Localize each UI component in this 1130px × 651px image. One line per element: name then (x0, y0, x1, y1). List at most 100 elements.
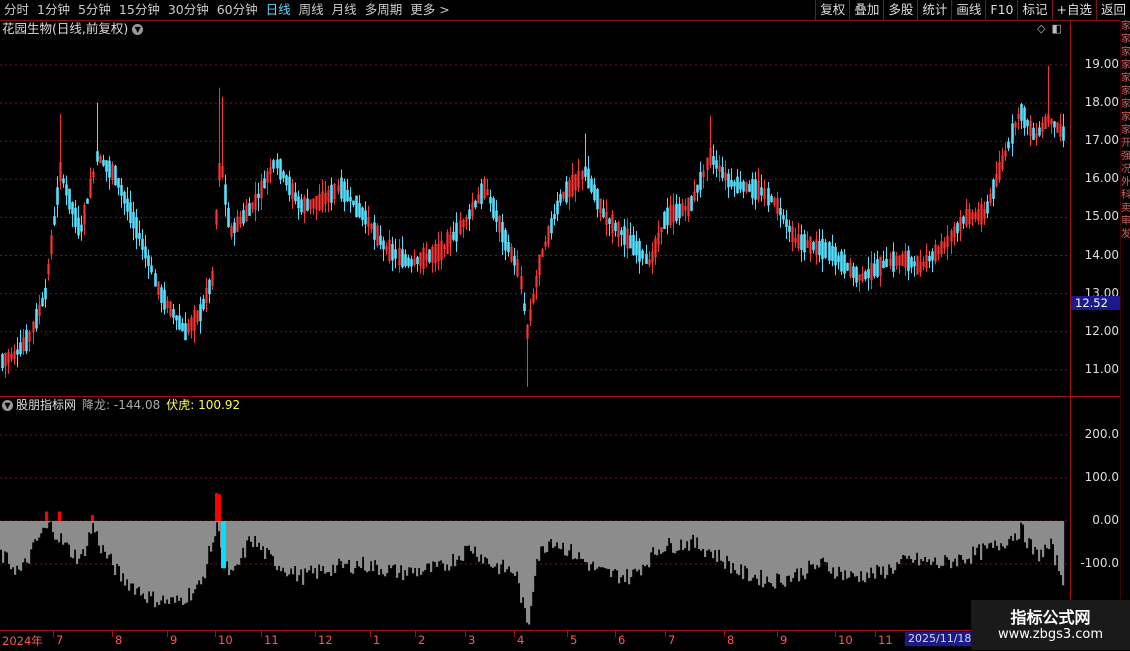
indicator-bar (718, 521, 720, 550)
indicator-bar (794, 521, 796, 572)
candle-body (289, 177, 291, 195)
indicator-bar (196, 521, 198, 585)
indicator-bar (932, 521, 934, 562)
candle-body (139, 233, 141, 238)
indicator-bar (40, 521, 42, 533)
indicator-bar (166, 521, 168, 600)
side-text-char: 家 (1121, 72, 1130, 85)
indicator-bar (572, 521, 574, 559)
indicator-bar (810, 521, 812, 565)
indicator-bar (970, 521, 972, 564)
candle-body (987, 202, 989, 213)
candle-body (963, 217, 965, 224)
candle-body (728, 174, 730, 187)
candle-body (508, 242, 510, 252)
candle-body (1021, 104, 1023, 120)
indicator-bar (668, 521, 670, 538)
candle-body (408, 258, 410, 266)
indicator-bar (434, 521, 436, 562)
chevron-down-icon[interactable]: ▼ (2, 400, 13, 411)
indicator-tick-label: -100.0 (1075, 556, 1119, 570)
indicator-bar (28, 521, 30, 564)
indicator-bar (386, 521, 388, 573)
indicator-bar (138, 521, 140, 587)
time-tick-mark (465, 631, 466, 637)
indicator-bar (956, 521, 958, 566)
indicator-bar (242, 521, 244, 548)
indicator-bar (276, 521, 278, 570)
candle-body (493, 198, 495, 218)
kline-chart[interactable] (0, 0, 1070, 630)
indicator-bar (168, 521, 170, 604)
indicator-bar (270, 521, 272, 554)
indicator-bar (342, 521, 344, 568)
indicator-bar (900, 521, 902, 559)
candle-body (469, 210, 471, 219)
candle-body (740, 182, 742, 189)
toolbar-button-8[interactable]: 返回 (1096, 0, 1130, 20)
indicator-bar (966, 521, 968, 559)
indicator-bar (1000, 521, 1002, 543)
indicator-bar (852, 521, 854, 573)
indicator-title-row: ▼股朋指标网降龙: -144.08伏虎: 100.92 (2, 398, 240, 412)
indicator-bar (80, 521, 82, 554)
indicator-bar (458, 521, 460, 556)
indicator-bar (1062, 521, 1064, 585)
indicator-bar (440, 521, 442, 560)
indicator-bar (1044, 521, 1046, 545)
time-tick-mark (615, 631, 616, 637)
indicator-bar (578, 521, 580, 552)
indicator-bar (92, 521, 94, 523)
candle-body (783, 215, 785, 219)
indicator-bar (950, 521, 952, 568)
indicator-bar (744, 521, 746, 566)
indicator-bar (826, 521, 828, 562)
indicator-bar (906, 521, 908, 559)
indicator-bar (312, 521, 314, 573)
indicator-bar (644, 521, 646, 566)
indicator-bar (430, 521, 432, 572)
side-text-char: 家 (1121, 46, 1130, 59)
indicator-bar (206, 521, 208, 564)
indicator-bar (834, 521, 836, 579)
indicator-bar (354, 521, 356, 568)
indicator-bar (816, 521, 818, 565)
candle-body (801, 235, 803, 250)
time-tick-mark (315, 631, 316, 637)
indicator-bar (632, 521, 634, 570)
indicator-bar (600, 521, 602, 567)
indicator-bar (590, 521, 592, 564)
time-tick-label: 11 (264, 633, 279, 647)
candle-body (609, 219, 611, 224)
time-tick-label: 2 (418, 633, 425, 647)
indicator-bar (560, 521, 562, 549)
candle-body (356, 196, 358, 217)
candle-body (804, 234, 806, 252)
candle-body (481, 184, 483, 204)
indicator-bar (1040, 521, 1042, 550)
indicator-bar (748, 521, 750, 581)
indicator-bar (152, 521, 154, 592)
indicator-bar (26, 521, 28, 563)
indicator-bar (720, 521, 722, 561)
indicator-bar (662, 521, 664, 552)
candle-body (2, 354, 4, 367)
indicator-bar (174, 521, 176, 603)
side-info-column[interactable]: 家家家家家家家家家开强况外科卖审发 (1120, 20, 1130, 630)
candle-body (630, 236, 632, 249)
indicator-bar (470, 521, 472, 551)
indicator-bar (978, 521, 980, 544)
candle-body (1054, 122, 1056, 128)
indicator-bar (372, 521, 374, 571)
indicator-bar (554, 521, 556, 546)
indicator-bar (1034, 521, 1036, 547)
candle-body (249, 203, 251, 215)
indicator-bar (114, 521, 116, 575)
indicator-bar (34, 521, 36, 539)
indicator-bar (628, 521, 630, 584)
indicator-bar (236, 521, 238, 565)
indicator-bar (964, 521, 966, 563)
indicator-bar (740, 521, 742, 564)
indicator-bar (626, 521, 628, 569)
candle-body (331, 185, 333, 202)
